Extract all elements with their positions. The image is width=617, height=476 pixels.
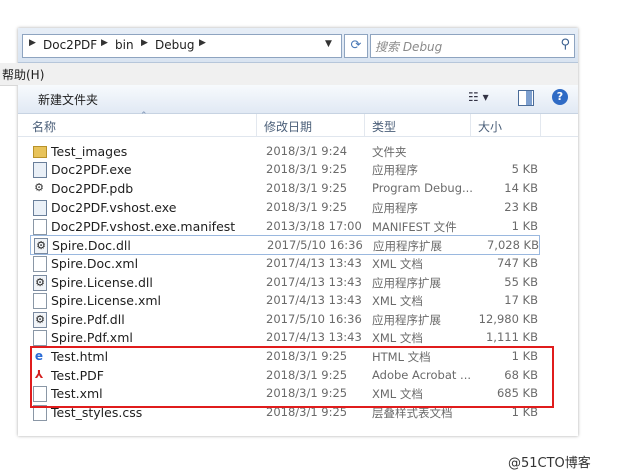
search-input[interactable]: 搜索 Debug ⚲ bbox=[370, 34, 575, 58]
dll-icon: ⚙ bbox=[33, 312, 47, 328]
file-type: Program Debug... bbox=[372, 181, 473, 195]
watermark: @51CTO博客 bbox=[508, 456, 591, 471]
file-date: 2018/3/1 9:25 bbox=[266, 200, 348, 214]
preview-pane-icon[interactable] bbox=[518, 90, 534, 106]
file-date: 2017/4/13 13:43 bbox=[266, 293, 362, 307]
file-date: 2017/5/10 16:36 bbox=[267, 238, 363, 252]
file-row[interactable]: ⚙ Spire.Pdf.dll 2017/5/10 16:36 应用程序扩展 1… bbox=[30, 310, 538, 328]
red-highlight-box bbox=[30, 346, 554, 408]
menu-help[interactable]: 帮助(H) bbox=[2, 66, 44, 83]
file-size: 23 KB bbox=[504, 200, 538, 214]
exe-icon bbox=[33, 200, 47, 216]
explorer-window: ▶ Doc2PDF ▶ bin ▶ Debug ▶ ▼ ⟳ 搜索 Debug ⚲… bbox=[0, 28, 578, 436]
file-name: Test_images bbox=[51, 144, 128, 159]
change-view-icon[interactable]: ☷ ▾ bbox=[468, 90, 489, 104]
breadcrumb-debug[interactable]: Debug bbox=[155, 38, 194, 52]
file-date: 2018/3/1 9:24 bbox=[266, 144, 348, 158]
file-row[interactable]: ⚙ Doc2PDF.pdb 2018/3/1 9:25 Program Debu… bbox=[30, 179, 538, 197]
file-name: Doc2PDF.pdb bbox=[51, 181, 134, 196]
file-size: 12,980 KB bbox=[478, 312, 538, 326]
address-bar-row: ▶ Doc2PDF ▶ bin ▶ Debug ▶ ▼ ⟳ 搜索 Debug ⚲ bbox=[18, 28, 578, 63]
address-dropdown-icon[interactable]: ▼ bbox=[325, 39, 332, 49]
file-type: 应用程序扩展 bbox=[372, 276, 441, 290]
column-header-size[interactable]: 大小 bbox=[478, 118, 502, 135]
breadcrumb-arrow-icon[interactable]: ▶ bbox=[29, 38, 36, 48]
file-date: 2017/4/13 13:43 bbox=[266, 256, 362, 270]
file-row[interactable]: Test_images 2018/3/1 9:24 文件夹 bbox=[30, 142, 538, 160]
exe-icon bbox=[33, 162, 47, 178]
file-size: 1,111 KB bbox=[485, 330, 538, 344]
file-name: Doc2PDF.vshost.exe bbox=[51, 200, 177, 215]
file-date: 2013/3/18 17:00 bbox=[266, 219, 362, 233]
file-date: 2017/4/13 13:43 bbox=[266, 275, 362, 289]
file-row[interactable]: Doc2PDF.vshost.exe 2018/3/1 9:25 应用程序 23… bbox=[30, 198, 538, 216]
file-type: 应用程序 bbox=[372, 201, 418, 215]
breadcrumb-doc2pdf[interactable]: Doc2PDF bbox=[43, 38, 97, 52]
sort-ascending-icon: ⌃ bbox=[140, 111, 148, 121]
file-type: XML 文档 bbox=[372, 331, 423, 345]
file-date: 2017/4/13 13:43 bbox=[266, 330, 362, 344]
search-placeholder: 搜索 Debug bbox=[375, 40, 443, 54]
xml-icon bbox=[33, 330, 47, 346]
column-header-date[interactable]: 修改日期 bbox=[264, 118, 312, 135]
file-size: 55 KB bbox=[504, 275, 538, 289]
breadcrumb-arrow-icon[interactable]: ▶ bbox=[101, 38, 108, 48]
column-divider[interactable] bbox=[540, 114, 541, 136]
file-type: 应用程序扩展 bbox=[372, 313, 441, 327]
refresh-icon[interactable]: ⟳ bbox=[344, 34, 368, 58]
file-name: Spire.Doc.xml bbox=[51, 256, 139, 271]
file-name: Spire.License.dll bbox=[51, 275, 153, 290]
new-folder-button[interactable]: 新建文件夹 bbox=[38, 91, 98, 108]
file-size: 1 KB bbox=[511, 219, 538, 233]
file-size: 17 KB bbox=[504, 293, 538, 307]
breadcrumb-bin[interactable]: bin bbox=[115, 38, 134, 52]
file-row[interactable]: Doc2PDF.vshost.exe.manifest 2013/3/18 17… bbox=[30, 217, 538, 235]
file-row[interactable]: Spire.License.xml 2017/4/13 13:43 XML 文档… bbox=[30, 291, 538, 309]
command-bar: 新建文件夹 ☷ ▾ ? bbox=[18, 85, 578, 114]
xml-icon bbox=[33, 293, 47, 309]
file-row[interactable]: Spire.Doc.xml 2017/4/13 13:43 XML 文档 747… bbox=[30, 254, 538, 272]
file-size: 747 KB bbox=[496, 256, 538, 270]
folder-icon bbox=[33, 146, 47, 158]
file-size: 14 KB bbox=[504, 181, 538, 195]
file-name: Doc2PDF.exe bbox=[51, 162, 132, 177]
file-name: Spire.Pdf.xml bbox=[51, 330, 133, 345]
help-icon[interactable]: ? bbox=[552, 89, 568, 105]
file-date: 2018/3/1 9:25 bbox=[266, 162, 348, 176]
file-size: 5 KB bbox=[511, 162, 538, 176]
pdb-icon: ⚙ bbox=[34, 181, 44, 194]
address-bar[interactable]: ▶ Doc2PDF ▶ bin ▶ Debug ▶ ▼ bbox=[22, 34, 342, 58]
column-divider[interactable] bbox=[364, 114, 365, 136]
column-divider[interactable] bbox=[470, 114, 471, 136]
column-header-row: 名称 ⌃ 修改日期 类型 大小 bbox=[18, 111, 578, 137]
file-date: 2018/3/1 9:25 bbox=[266, 181, 348, 195]
column-header-type[interactable]: 类型 bbox=[372, 118, 396, 135]
file-row[interactable]: ⚙ Spire.License.dll 2017/4/13 13:43 应用程序… bbox=[30, 273, 538, 291]
file-type: 文件夹 bbox=[372, 145, 407, 159]
document-icon bbox=[33, 219, 47, 235]
file-type: 应用程序 bbox=[372, 163, 418, 177]
dll-icon: ⚙ bbox=[33, 275, 47, 291]
file-name: Spire.License.xml bbox=[51, 293, 162, 308]
file-type: 应用程序扩展 bbox=[373, 239, 442, 253]
file-row[interactable]: Doc2PDF.exe 2018/3/1 9:25 应用程序 5 KB bbox=[30, 160, 538, 178]
breadcrumb-arrow-icon[interactable]: ▶ bbox=[199, 38, 206, 48]
file-name: Spire.Doc.dll bbox=[52, 238, 131, 253]
menu-bar: 帮助(H) bbox=[0, 63, 578, 86]
file-name: Spire.Pdf.dll bbox=[51, 312, 125, 327]
xml-icon bbox=[33, 256, 47, 272]
file-date: 2017/5/10 16:36 bbox=[266, 312, 362, 326]
breadcrumb-arrow-icon[interactable]: ▶ bbox=[141, 38, 148, 48]
file-type: XML 文档 bbox=[372, 257, 423, 271]
file-row-selected[interactable]: ⚙ Spire.Doc.dll 2017/5/10 16:36 应用程序扩展 7… bbox=[30, 235, 540, 255]
file-size: 7,028 KB bbox=[486, 238, 539, 252]
search-icon[interactable]: ⚲ bbox=[560, 37, 570, 52]
dll-icon: ⚙ bbox=[34, 238, 48, 254]
file-type: XML 文档 bbox=[372, 294, 423, 308]
file-name: Doc2PDF.vshost.exe.manifest bbox=[51, 219, 236, 234]
file-row[interactable]: Spire.Pdf.xml 2017/4/13 13:43 XML 文档 1,1… bbox=[30, 328, 538, 346]
column-header-name[interactable]: 名称 bbox=[32, 118, 56, 135]
column-divider[interactable] bbox=[256, 114, 257, 136]
file-type: MANIFEST 文件 bbox=[372, 220, 457, 234]
